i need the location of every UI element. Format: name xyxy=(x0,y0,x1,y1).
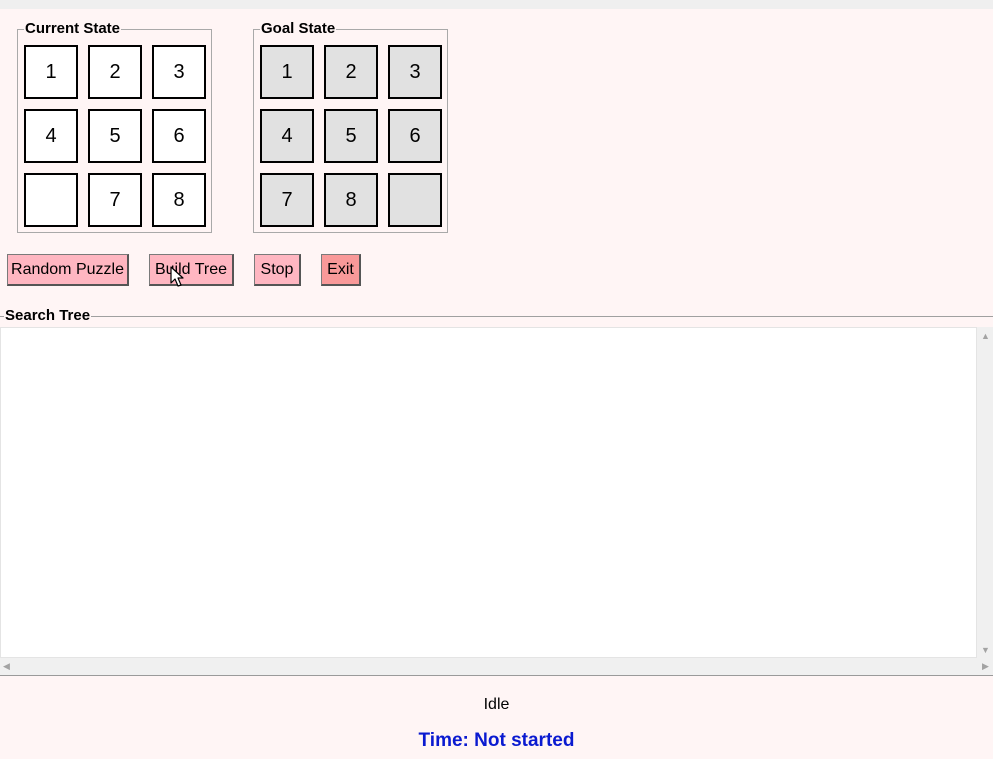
goal-state-title: Goal State xyxy=(260,20,337,38)
current-tile[interactable]: 1 xyxy=(24,45,78,99)
goal-tile: 3 xyxy=(388,45,442,99)
search-tree-divider xyxy=(0,316,993,317)
current-tile[interactable]: 7 xyxy=(88,173,142,227)
current-state-panel: Current State 1 2 3 4 5 6 7 8 xyxy=(17,20,212,233)
random-puzzle-button[interactable]: Random Puzzle xyxy=(7,254,129,286)
current-tile[interactable]: 4 xyxy=(24,109,78,163)
current-tile[interactable]: 3 xyxy=(152,45,206,99)
scroll-left-arrow-icon[interactable]: ◀ xyxy=(3,661,10,671)
current-tile[interactable]: 6 xyxy=(152,109,206,163)
build-tree-button[interactable]: Build Tree xyxy=(149,254,234,286)
goal-tile: 8 xyxy=(324,173,378,227)
goal-tile: 2 xyxy=(324,45,378,99)
current-tile[interactable]: 2 xyxy=(88,45,142,99)
status-divider xyxy=(0,675,993,676)
exit-button[interactable]: Exit xyxy=(321,254,361,286)
horizontal-scrollbar[interactable]: ◀ ▶ xyxy=(0,658,993,675)
scroll-down-arrow-icon[interactable]: ▼ xyxy=(981,645,990,655)
goal-state-panel: Goal State 1 2 3 4 5 6 7 8 xyxy=(253,20,448,233)
current-tile-blank[interactable] xyxy=(24,173,78,227)
goal-tile: 7 xyxy=(260,173,314,227)
window-top-bar xyxy=(0,0,993,9)
vertical-scrollbar[interactable]: ▲ ▼ xyxy=(977,327,993,658)
search-tree-canvas[interactable] xyxy=(0,327,977,658)
goal-tile: 1 xyxy=(260,45,314,99)
scroll-right-arrow-icon[interactable]: ▶ xyxy=(982,661,989,671)
scroll-up-arrow-icon[interactable]: ▲ xyxy=(981,331,990,341)
current-state-title: Current State xyxy=(24,20,122,38)
goal-tile: 4 xyxy=(260,109,314,163)
goal-tile-blank xyxy=(388,173,442,227)
status-label: Idle xyxy=(483,696,510,713)
search-tree-title: Search Tree xyxy=(4,307,92,325)
goal-tile: 6 xyxy=(388,109,442,163)
mouse-pointer-icon xyxy=(170,266,184,287)
goal-tile: 5 xyxy=(324,109,378,163)
time-label: Time: Not started xyxy=(418,730,575,751)
current-tile[interactable]: 5 xyxy=(88,109,142,163)
current-tile[interactable]: 8 xyxy=(152,173,206,227)
stop-button[interactable]: Stop xyxy=(254,254,301,286)
